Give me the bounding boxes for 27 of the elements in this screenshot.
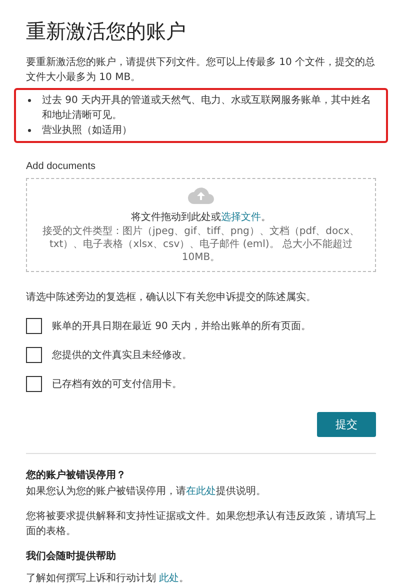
choose-file-link[interactable]: 选择文件: [221, 212, 261, 223]
intro-text: 要重新激活您的账户，请提供下列文件。您可以上传最多 10 个文件，提交的总文件大小最多为 10 MB。: [26, 56, 376, 85]
checkbox[interactable]: [26, 347, 42, 363]
section-heading: 您的账户被错误停用？: [26, 468, 127, 483]
checkbox[interactable]: [26, 318, 42, 334]
drop-zone[interactable]: 将文件拖动到此处或选择文件。 接受的文件类型：图片（jpeg、gif、tiff、png）、文档（pdf、docx、txt）、电子表格（xlsx、csv）、电子邮件 (eml)。 总大小不能超过 10MB。: [26, 178, 376, 272]
section-heading: 我们会随时提供帮助: [26, 550, 117, 564]
upload-label: Add documents: [26, 161, 96, 172]
statement-text: 账单的开具日期在最近 90 天内，并给出账单的所有页面。: [52, 320, 312, 334]
file-types-text: 接受的文件类型：图片（jpeg、gif、tiff、png）、文档（pdf、docx、txt）、电子表格（xlsx、csv）、电子邮件 (eml)。 总大小不能超过 10MB。: [42, 225, 360, 264]
drop-text: 将文件拖动到此处或选择文件。: [131, 210, 271, 225]
bullet-icon: [28, 129, 34, 132]
statement-text: 您提供的文件真实且未经修改。: [52, 348, 192, 362]
cloud-upload-icon: [188, 186, 214, 204]
explain-text: 您将被要求提供解释和支持性证据或文件。如果您想承认有违反政策，请填写上面的表格。: [26, 510, 376, 539]
submit-button[interactable]: 提交: [317, 412, 376, 437]
statement-text: 已存档有效的可支付信用卡。: [52, 378, 182, 392]
link[interactable]: 此处: [159, 573, 180, 584]
bullet-icon: [28, 99, 34, 102]
requirement-text: 过去 90 天内开具的管道或天然气、电力、水或互联网服务账单，其中姓名和地址清晰可见。: [42, 94, 372, 123]
link[interactable]: 在此处: [186, 486, 216, 497]
wrong-disable-text: 如果您认为您的账户被错误停用，请在此处提供说明。: [26, 484, 267, 499]
help-text: 了解如何撰写上诉和行动计划 此处。: [26, 572, 190, 586]
requirement-text: 营业执照（如适用）: [42, 124, 132, 138]
checkbox[interactable]: [26, 376, 42, 392]
page-title: 重新激活您的账户: [26, 18, 187, 45]
confirm-prompt: 请选中陈述旁边的复选框，确认以下有关您申诉提交的陈述属实。: [26, 290, 317, 305]
